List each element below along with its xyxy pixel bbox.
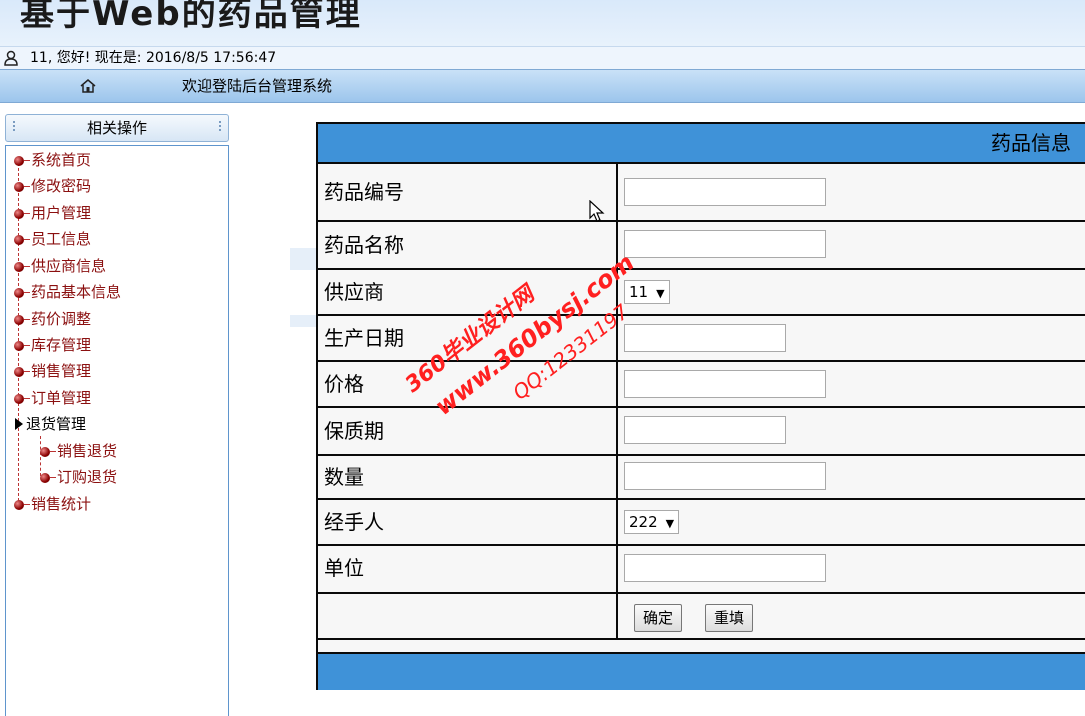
bullet-icon (14, 288, 24, 298)
nav-bar: 欢迎登陆后台管理系统 (0, 69, 1085, 103)
drug-id-input[interactable] (624, 178, 826, 206)
menu-item-user-management[interactable]: 用户管理 (14, 202, 91, 224)
form-row-supplier: 供应商 11 ▼ (318, 270, 1085, 316)
drug-info-form: 药品信息 药品编号 药品名称 供应商 11 ▼ 生产日期 价格 保质期 数量 经手… (316, 122, 1085, 690)
menu-item-sales-stats[interactable]: 销售统计 (14, 493, 91, 515)
form-row-drug-id: 药品编号 (318, 164, 1085, 222)
form-title: 药品信息 (991, 131, 1071, 155)
form-row-actions: 确定 重填 (318, 594, 1085, 640)
production-date-input[interactable] (624, 324, 786, 352)
field-label: 价格 (324, 372, 364, 396)
sidebar-header: 相关操作 (5, 114, 229, 142)
form-row-unit: 单位 (318, 546, 1085, 594)
menu-item-employee-info[interactable]: 员工信息 (14, 228, 91, 250)
sidebar: 相关操作 系统首页 修改密码 用户管理 员工信息 供应商信息 药品基本信息 药价… (0, 110, 238, 716)
price-input[interactable] (624, 370, 826, 398)
bullet-icon (40, 447, 50, 457)
bullet-icon (14, 209, 24, 219)
field-label: 数量 (324, 465, 364, 489)
menu-item-purchase-returns[interactable]: 订购退货 (40, 466, 117, 488)
submit-button[interactable]: 确定 (634, 604, 683, 632)
menu-tree: 系统首页 修改密码 用户管理 员工信息 供应商信息 药品基本信息 药价调整 库存… (5, 145, 229, 716)
user-icon (4, 50, 18, 66)
status-bar: 11, 您好! 现在是: 2016/8/5 17:56:47 (0, 46, 1085, 69)
field-label: 保质期 (324, 419, 384, 443)
sidebar-header-label: 相关操作 (86, 119, 147, 137)
home-icon[interactable] (80, 78, 96, 94)
dropdown-arrow-icon: ▼ (665, 517, 675, 530)
field-label: 药品编号 (324, 180, 404, 204)
bullet-icon (14, 394, 24, 404)
form-row-shelf-life: 保质期 (318, 408, 1085, 456)
menu-item-supplier-info[interactable]: 供应商信息 (14, 255, 106, 277)
reset-button[interactable]: 重填 (705, 604, 754, 632)
bullet-icon (14, 182, 24, 192)
bullet-icon (14, 341, 24, 351)
form-row-quantity: 数量 (318, 456, 1085, 500)
expanded-arrow-icon (15, 418, 23, 430)
form-caption: 药品信息 (318, 124, 1085, 164)
shelf-life-input[interactable] (624, 416, 786, 444)
form-row-handler: 经手人 222 ▼ (318, 500, 1085, 546)
bullet-icon (14, 156, 24, 166)
field-label: 经手人 (324, 510, 384, 534)
field-label: 单位 (324, 556, 364, 580)
welcome-text: 欢迎登陆后台管理系统 (182, 77, 333, 95)
dropdown-arrow-icon: ▼ (656, 287, 665, 300)
grip-icon (218, 120, 222, 134)
drug-name-input[interactable] (624, 230, 826, 258)
menu-item-inventory[interactable]: 库存管理 (14, 334, 91, 356)
bullet-icon (14, 262, 24, 272)
field-label: 供应商 (324, 280, 384, 304)
bullet-icon (14, 315, 24, 325)
bullet-icon (14, 235, 24, 245)
menu-item-price-adjust[interactable]: 药价调整 (14, 308, 91, 330)
form-row-drug-name: 药品名称 (318, 222, 1085, 270)
form-footer (318, 652, 1085, 690)
quantity-input[interactable] (624, 462, 826, 490)
handler-select[interactable]: 222 ▼ (624, 510, 680, 534)
menu-item-drug-basic-info[interactable]: 药品基本信息 (14, 281, 121, 303)
app-title: 基于Web的药品管理 (20, 0, 362, 34)
bullet-icon (14, 500, 24, 510)
grip-icon (12, 120, 16, 134)
field-label: 生产日期 (324, 326, 404, 350)
form-row-price: 价格 (318, 362, 1085, 408)
menu-item-returns[interactable]: 退货管理 (14, 413, 86, 435)
supplier-select[interactable]: 11 ▼ (624, 280, 670, 304)
menu-item-sales[interactable]: 销售管理 (14, 360, 91, 382)
bullet-icon (14, 367, 24, 377)
menu-item-change-password[interactable]: 修改密码 (14, 175, 91, 197)
bullet-icon (40, 473, 50, 483)
top-banner: 基于Web的药品管理 (0, 0, 1085, 46)
menu-item-orders[interactable]: 订单管理 (14, 387, 91, 409)
greeting-text: 11, 您好! 现在是: 2016/8/5 17:56:47 (30, 50, 277, 66)
unit-input[interactable] (624, 554, 826, 582)
form-row-production-date: 生产日期 (318, 316, 1085, 362)
menu-item-home[interactable]: 系统首页 (14, 149, 91, 171)
field-label: 药品名称 (324, 233, 404, 257)
menu-item-sales-returns[interactable]: 销售退货 (40, 440, 117, 462)
